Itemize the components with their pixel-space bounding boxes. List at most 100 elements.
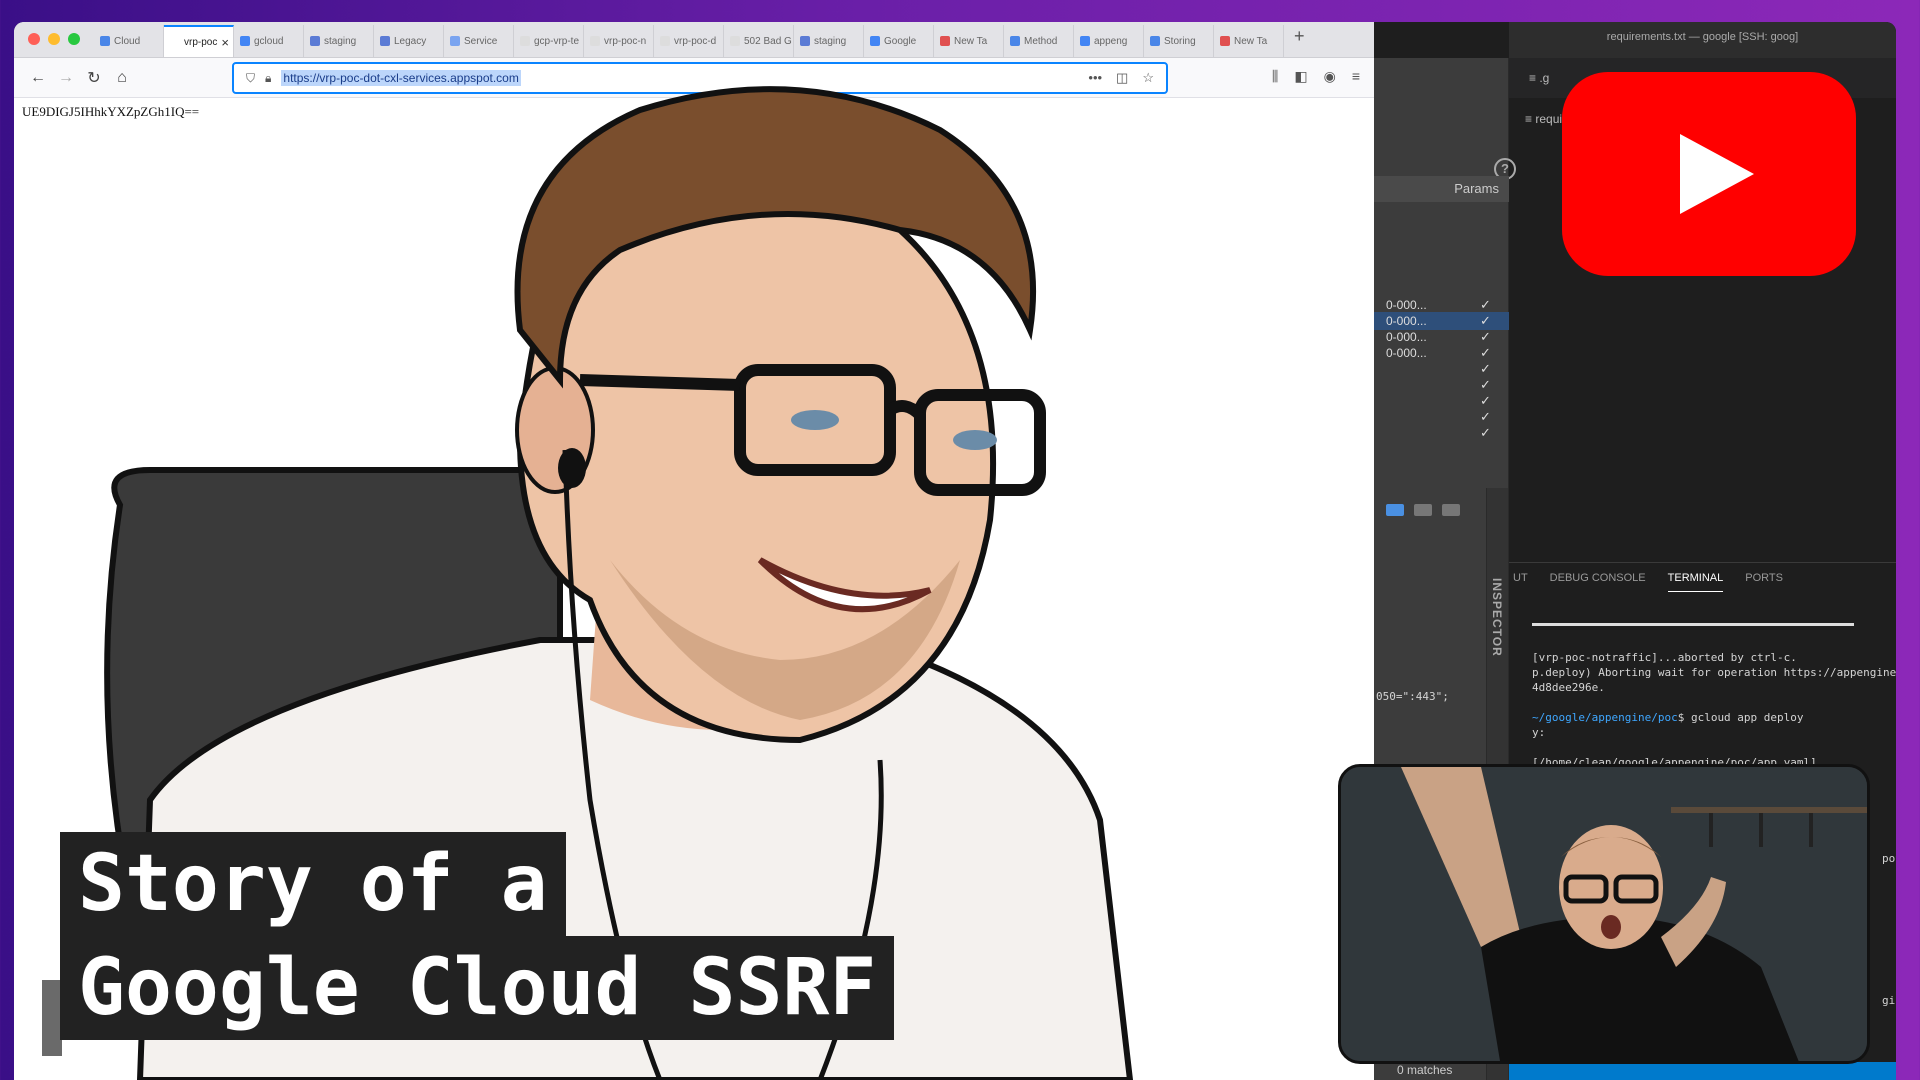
tab-ports[interactable]: PORTS xyxy=(1745,572,1783,592)
account-icon[interactable]: ◉ xyxy=(1324,68,1336,85)
close-tab-icon[interactable]: × xyxy=(221,35,229,50)
tab-debug-console[interactable]: DEBUG CONSOLE xyxy=(1550,572,1646,592)
page-actions-icon[interactable]: ••• xyxy=(1088,70,1102,86)
terminal-fragment: gine xyxy=(1882,994,1896,1007)
search-matches-count: 0 matches xyxy=(1397,1063,1453,1077)
tab-label: staging xyxy=(814,35,847,47)
tracking-shield-icon[interactable]: ⛉ xyxy=(246,71,255,86)
browser-tab[interactable]: staging xyxy=(794,25,864,57)
browser-tab[interactable]: gcloud xyxy=(234,25,304,57)
page-content-text: UE9DIGJ5IHhkYXZpZGh1IQ== xyxy=(22,104,200,119)
terminal-line: 4d8dee296e. xyxy=(1532,681,1605,694)
play-icon xyxy=(1680,134,1754,214)
library-icon[interactable]: ⫼ xyxy=(1272,68,1278,85)
title-accent xyxy=(42,980,62,1056)
url-text[interactable]: https://vrp-poc-dot-cxl-services.appspot… xyxy=(281,70,521,86)
checkmark-icon: ✓ xyxy=(1480,297,1491,312)
browser-tab[interactable]: vrp-poc × xyxy=(164,25,234,57)
browser-tab[interactable]: appeng xyxy=(1074,25,1144,57)
request-id: 0-000... xyxy=(1386,330,1427,344)
close-window-button[interactable] xyxy=(28,33,40,45)
inspector-tab[interactable]: INSPECTOR xyxy=(1490,578,1504,657)
request-id: 0-000... xyxy=(1386,346,1427,360)
lock-icon[interactable]: 🔒︎ xyxy=(265,71,271,86)
maximize-window-button[interactable] xyxy=(68,33,80,45)
tab-favicon-icon xyxy=(100,36,110,46)
browser-tab[interactable]: staging xyxy=(304,25,374,57)
terminal-output[interactable]: [vrp-poc-notraffic]...aborted by ctrl-c.… xyxy=(1532,650,1896,770)
browser-tab[interactable]: New Ta xyxy=(1214,25,1284,57)
tab-favicon-icon xyxy=(590,36,600,46)
browser-tab[interactable]: 502 Bad G xyxy=(724,25,794,57)
single-view-icon[interactable] xyxy=(1442,504,1460,516)
browser-tab-bar: Cloud vrp-poc × gcloud staging Legacy Service g… xyxy=(14,22,1374,58)
editor-window-title: requirements.txt — google [SSH: goog] xyxy=(1509,22,1896,58)
status-bar xyxy=(1509,1062,1896,1080)
terminal-prompt-path: ~/google/appengine/poc xyxy=(1532,711,1678,724)
tab-label: Method xyxy=(1024,35,1058,47)
terminal-line: y: xyxy=(1532,726,1546,739)
terminal-fragment: pot. xyxy=(1882,852,1896,865)
tab-favicon-icon xyxy=(1010,36,1020,46)
file-tab-icon[interactable]: ≡ .g xyxy=(1529,71,1549,85)
editor-breadcrumb[interactable]: ≡ requi xyxy=(1525,112,1562,126)
bookmark-star-icon[interactable]: ☆ xyxy=(1142,70,1154,86)
youtube-logo xyxy=(1562,72,1856,276)
tab-label: vrp-poc-n xyxy=(604,35,647,47)
tab-label: New Ta xyxy=(1234,35,1268,47)
checkmark-icon: ✓ xyxy=(1480,409,1491,424)
browser-tab[interactable]: vrp-poc-n xyxy=(584,25,654,57)
checkmark-icon: ✓ xyxy=(1480,425,1491,440)
tab-favicon-icon xyxy=(170,37,180,47)
webcam-overlay xyxy=(1338,764,1870,1064)
browser-tab[interactable]: Cloud xyxy=(94,25,164,57)
request-id: 0-000... xyxy=(1386,314,1427,328)
minimize-window-button[interactable] xyxy=(48,33,60,45)
browser-toolbar: ← → ↻ ⌂ ⛉ 🔒︎ https://vrp-poc-dot-cxl-ser… xyxy=(14,58,1374,98)
tab-terminal[interactable]: TERMINAL xyxy=(1667,572,1724,592)
tab-label: Storing xyxy=(1164,35,1196,47)
list-view-icon[interactable] xyxy=(1414,504,1432,516)
tab-label: staging xyxy=(324,35,357,47)
tab-label: Cloud xyxy=(114,35,141,47)
sidebar-icon[interactable]: ◧ xyxy=(1294,68,1307,85)
tab-output[interactable]: UT xyxy=(1513,572,1528,592)
browser-tab[interactable]: Legacy xyxy=(374,25,444,57)
params-column-header[interactable]: Params xyxy=(1374,176,1509,202)
tab-favicon-icon xyxy=(380,36,390,46)
checkmark-icon: ✓ xyxy=(1480,377,1491,392)
request-id: 0-000... xyxy=(1386,298,1427,312)
address-bar[interactable]: ⛉ 🔒︎ https://vrp-poc-dot-cxl-services.ap… xyxy=(232,62,1168,94)
tab-favicon-icon xyxy=(660,36,670,46)
tab-label: Google xyxy=(884,35,917,47)
forward-icon[interactable]: → xyxy=(52,69,80,87)
tab-favicon-icon xyxy=(1220,36,1230,46)
tab-label: gcloud xyxy=(254,35,284,47)
browser-tab[interactable]: gcp-vrp-te xyxy=(514,25,584,57)
tab-favicon-icon xyxy=(940,36,950,46)
terminal-line: [vrp-poc-notraffic]...aborted by ctrl-c. xyxy=(1532,651,1797,664)
tab-favicon-icon xyxy=(800,36,810,46)
tab-label: gcp-vrp-te xyxy=(534,35,580,47)
webcam-image xyxy=(1341,767,1867,1061)
window-controls xyxy=(14,33,94,57)
tab-label: appeng xyxy=(1094,35,1128,47)
browser-tab[interactable]: Service xyxy=(444,25,514,57)
tab-label: New Ta xyxy=(954,35,988,47)
home-icon[interactable]: ⌂ xyxy=(108,69,136,87)
browser-tab[interactable]: Storing xyxy=(1144,25,1214,57)
browser-tab[interactable]: New Ta xyxy=(934,25,1004,57)
browser-tab[interactable]: Method xyxy=(1004,25,1074,57)
split-view-icon[interactable] xyxy=(1386,504,1404,516)
pocket-icon[interactable]: ◫ xyxy=(1116,70,1128,86)
tab-label: Service xyxy=(464,35,498,47)
browser-tab[interactable]: Google xyxy=(864,25,934,57)
new-tab-button[interactable]: + xyxy=(1284,26,1315,53)
back-icon[interactable]: ← xyxy=(24,69,52,87)
menu-icon[interactable]: ≡ xyxy=(1352,68,1360,85)
reload-icon[interactable]: ↻ xyxy=(80,68,108,88)
video-title-line-1: Story of a xyxy=(60,832,566,936)
breadcrumb-file[interactable]: requi xyxy=(1535,112,1562,126)
request-row[interactable]: ✓ xyxy=(1374,424,1509,442)
browser-tab[interactable]: vrp-poc-d xyxy=(654,25,724,57)
